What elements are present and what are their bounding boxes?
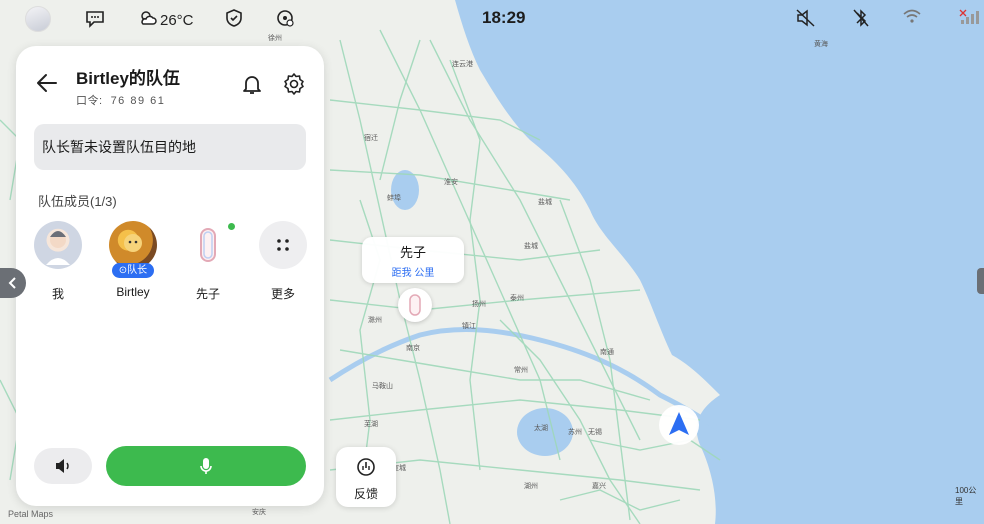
svg-text:无锡: 无锡: [588, 427, 602, 436]
svg-text:盐城: 盐城: [524, 241, 538, 250]
weather-temperature: 26°C: [160, 11, 194, 29]
bubble-member-name: 先子: [399, 245, 426, 260]
svg-text:黄海: 黄海: [814, 39, 828, 48]
svg-text:南通: 南通: [600, 347, 614, 356]
more-members-button[interactable]: 更多: [253, 221, 313, 302]
weather-widget[interactable]: 26°C: [138, 8, 194, 32]
svg-text:苏州: 苏州: [568, 427, 582, 436]
hongze-lake: [391, 170, 419, 210]
feedback-button[interactable]: 反馈: [336, 447, 396, 507]
bluetooth-off-icon[interactable]: [851, 7, 871, 29]
avatar: ⊙队长: [109, 221, 157, 278]
my-location-arrow[interactable]: [658, 404, 700, 446]
svg-text:连云港: 连云港: [452, 59, 473, 68]
member-location-bubble[interactable]: 先子 距我 公里: [362, 237, 464, 283]
status-bar: 26°C 18:29: [0, 0, 984, 36]
user-avatar[interactable]: [25, 6, 51, 32]
speaker-icon: [56, 459, 69, 473]
right-edge-handle[interactable]: [977, 268, 984, 294]
svg-text:太湖: 太湖: [534, 423, 548, 432]
svg-text:常州: 常州: [514, 365, 528, 374]
push-to-talk-button[interactable]: [106, 446, 306, 486]
team-code-value: 76 89 61: [110, 95, 166, 107]
navigation-arrow-icon: [659, 405, 699, 445]
leader-badge: ⊙队长: [112, 263, 154, 278]
members-header: 队伍成员(1/3): [38, 194, 117, 209]
bell-icon: [243, 76, 261, 94]
cloudy-weather-icon: [138, 8, 158, 32]
member-name: 我: [51, 287, 64, 301]
team-code: 口令: 76 89 61: [76, 92, 165, 108]
svg-text:芜湖: 芜湖: [364, 419, 378, 428]
taihu-lake: [517, 408, 573, 456]
svg-text:湖州: 湖州: [524, 481, 538, 490]
gear-icon: [284, 73, 304, 95]
microphone-icon: [200, 458, 212, 474]
feedback-icon: [357, 458, 375, 476]
svg-text:宿迁: 宿迁: [364, 133, 378, 142]
svg-text:嘉兴: 嘉兴: [592, 481, 606, 490]
svg-text:马鞍山: 马鞍山: [372, 381, 393, 390]
member-xianzi[interactable]: 先子: [178, 221, 238, 302]
destination-field[interactable]: 队长暂未设置队伍目的地: [34, 124, 306, 170]
bubble-distance: 距我 公里: [391, 268, 435, 279]
team-code-label: 口令:: [76, 95, 103, 107]
volume-button[interactable]: [34, 448, 92, 484]
member-me[interactable]: 我: [28, 221, 88, 302]
clock: 18:29: [482, 8, 526, 27]
member-name: Birtley: [116, 285, 150, 299]
wifi-icon[interactable]: [902, 8, 922, 26]
svg-text:蚌埠: 蚌埠: [387, 193, 401, 202]
svg-text:镇江: 镇江: [462, 321, 476, 330]
svg-text:南京: 南京: [406, 343, 420, 352]
svg-text:扬州: 扬州: [472, 299, 486, 308]
shield-icon[interactable]: [223, 7, 245, 29]
avatar: [184, 221, 235, 269]
map-scale: 100公里: [955, 486, 977, 506]
member-map-marker[interactable]: [398, 288, 432, 322]
map-brand: Petal Maps: [8, 509, 54, 519]
svg-text:盐城: 盐城: [538, 197, 552, 206]
notification-button[interactable]: [240, 72, 264, 96]
svg-text:安庆: 安庆: [252, 507, 266, 516]
chevron-left-icon: [8, 277, 16, 289]
svg-text:泰州: 泰州: [510, 293, 524, 302]
more-icon: [259, 221, 307, 269]
back-button[interactable]: [34, 70, 60, 96]
steering-wheel-icon[interactable]: [274, 7, 296, 29]
team-title: Birtley的队伍: [76, 69, 180, 88]
member-birtley[interactable]: ⊙队长 Birtley: [103, 221, 163, 299]
member-name: 先子: [195, 287, 220, 301]
mute-icon[interactable]: [794, 7, 818, 29]
svg-text:滁州: 滁州: [368, 315, 382, 324]
member-name: 更多: [270, 287, 295, 301]
back-arrow-icon: [37, 74, 57, 92]
feedback-label: 反馈: [353, 487, 378, 501]
signal-icon: [958, 8, 980, 26]
svg-text:淮安: 淮安: [444, 177, 458, 186]
online-status-dot: [228, 223, 235, 230]
team-panel: Birtley的队伍 口令: 76 89 61 队长暂未设置队伍目的地 队伍成员(…: [16, 46, 324, 506]
avatar: [34, 221, 82, 269]
settings-button[interactable]: [282, 72, 306, 96]
chat-icon[interactable]: [84, 7, 106, 29]
